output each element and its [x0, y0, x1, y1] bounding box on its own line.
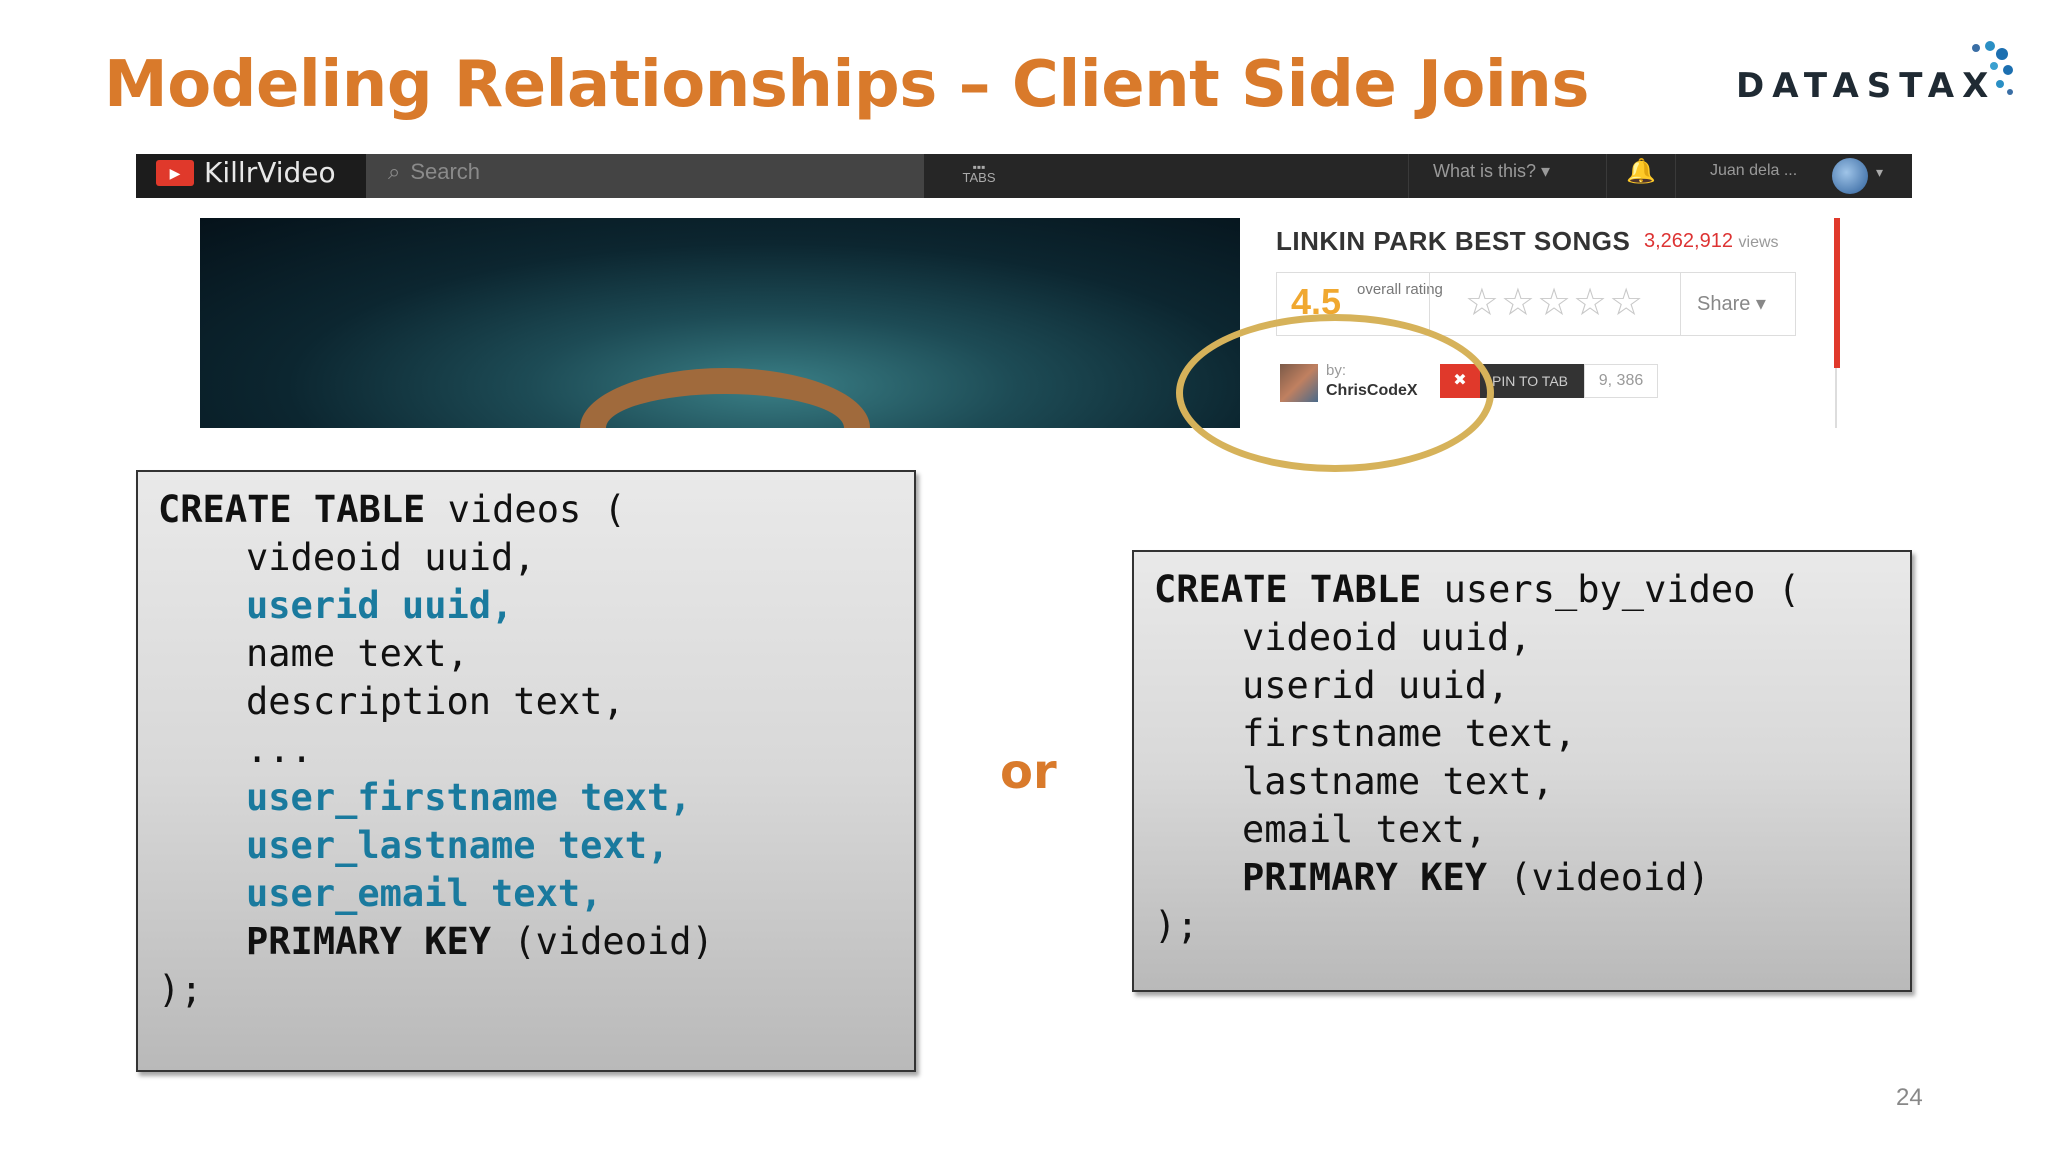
views-unit: views: [1738, 234, 1779, 251]
star-rating-input[interactable]: ☆☆☆☆☆: [1429, 273, 1681, 335]
code-line: PRIMARY KEY (videoid): [1242, 856, 1710, 899]
code-line-highlight: user_firstname text,: [246, 776, 692, 819]
search-input[interactable]: ⌕ Search: [366, 154, 924, 198]
code-line: description text,: [246, 680, 625, 723]
datastax-logo: DATASTAX: [1730, 40, 2020, 110]
code-line-highlight: userid uuid,: [246, 584, 514, 627]
code-line: firstname text,: [1242, 712, 1577, 755]
page-number: 24: [1896, 1084, 1923, 1111]
code-line: userid uuid,: [1242, 664, 1510, 707]
code-block-videos: CREATE TABLE videos ( videoid uuid, user…: [136, 470, 916, 1072]
app-screenshot: ▶ KillrVideo ⌕ Search ▪▪▪ TABS What is th…: [136, 154, 1912, 432]
scroll-indicator: [1834, 218, 1840, 368]
code-line: ...: [246, 728, 313, 771]
code-line: );: [1154, 904, 1199, 947]
video-thumbnail[interactable]: [200, 218, 1240, 428]
nav-logo-text: KillrVideo: [204, 156, 336, 189]
code-line-highlight: user_lastname text,: [246, 824, 670, 867]
app-navbar: ▶ KillrVideo ⌕ Search ▪▪▪ TABS What is th…: [136, 154, 1912, 198]
share-button[interactable]: Share ▾: [1697, 291, 1766, 316]
search-placeholder: Search: [410, 159, 481, 184]
code-line: videoid uuid,: [1242, 616, 1532, 659]
play-icon: ▶: [156, 160, 194, 186]
chevron-down-icon[interactable]: ▾: [1876, 164, 1883, 181]
views-count: 3,262,912: [1644, 230, 1733, 252]
code-line: videoid uuid,: [246, 536, 536, 579]
video-title: LINKIN PARK BEST SONGS: [1276, 226, 1631, 256]
video-views: 3,262,912 views: [1644, 230, 1779, 253]
pin-label: PIN TO TAB: [1492, 373, 1568, 389]
bell-icon[interactable]: 🔔: [1606, 154, 1676, 198]
slide-title: Modeling Relationships – Client Side Joi…: [104, 48, 1589, 122]
code-line: );: [158, 968, 203, 1011]
code-block-users-by-video: CREATE TABLE users_by_video ( videoid uu…: [1132, 550, 1912, 992]
or-label: or: [1000, 744, 1057, 800]
tabs-label: TABS: [962, 170, 996, 185]
code-line: lastname text,: [1242, 760, 1554, 803]
code-line: PRIMARY KEY (videoid): [246, 920, 714, 963]
nav-logo[interactable]: ▶ KillrVideo: [136, 154, 366, 198]
video-art: [580, 368, 870, 428]
logo-dots-icon: [1972, 41, 2013, 95]
avatar[interactable]: [1832, 158, 1868, 194]
pin-count: 9, 386: [1584, 364, 1658, 398]
code-line: name text,: [246, 632, 469, 675]
highlight-circle: [1176, 314, 1494, 472]
user-name[interactable]: Juan dela ...: [1710, 154, 1797, 198]
code-line: CREATE TABLE users_by_video (: [1154, 568, 1801, 611]
what-is-this-link[interactable]: What is this? ▾: [1408, 154, 1550, 198]
code-line: email text,: [1242, 808, 1488, 851]
divider-line: [1835, 368, 1837, 428]
search-icon: ⌕: [388, 159, 401, 184]
code-line: CREATE TABLE videos (: [158, 488, 626, 531]
tabs-button[interactable]: ▪▪▪ TABS: [944, 154, 1014, 198]
code-line-highlight: user_email text,: [246, 872, 603, 915]
